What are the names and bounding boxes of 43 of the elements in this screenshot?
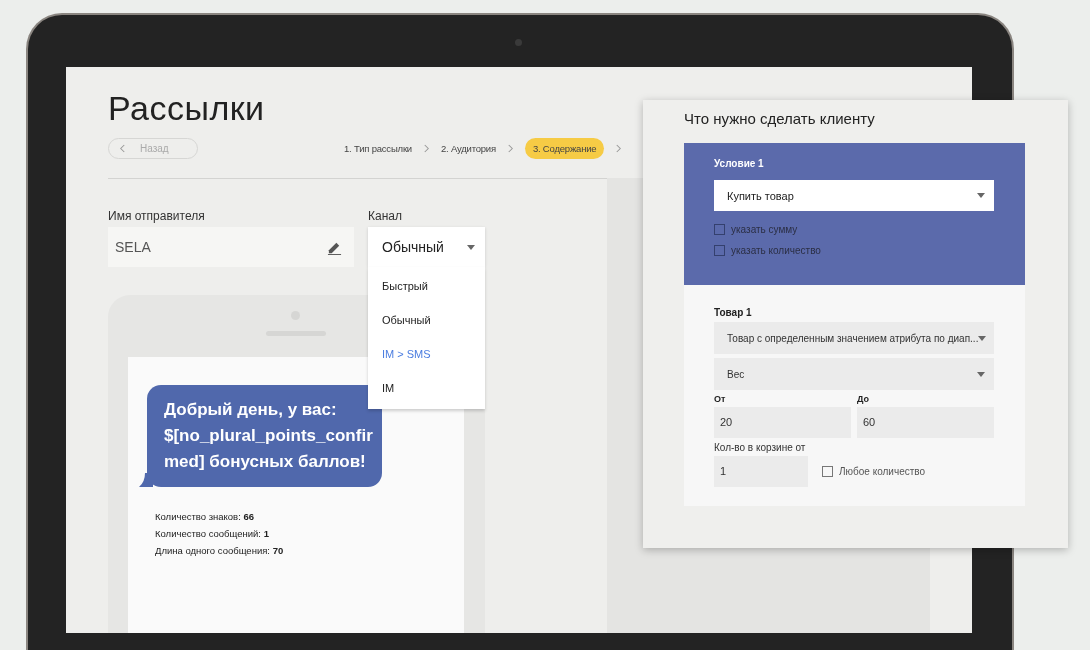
checkbox[interactable] [714, 245, 725, 256]
checkbox[interactable] [822, 466, 833, 477]
field-label: Имя отправителя [108, 209, 206, 225]
checkbox[interactable] [714, 224, 725, 235]
chevron-right-icon [615, 144, 623, 153]
message-bubble: Добрый день, у вас: $[no_plural_points_confirmed] бонусных баллов! [147, 385, 382, 487]
field-label: Канал [368, 209, 403, 225]
checkbox-label: указать количество [731, 245, 821, 256]
step-tab[interactable]: 1. Тип рассылки [344, 139, 412, 158]
step-tab[interactable]: 2. Аудитория [440, 139, 496, 158]
panel-title: Что нужно сделать клиенту [684, 109, 876, 129]
caret-icon [977, 371, 985, 377]
checkbox-label: Любое количество [839, 466, 926, 477]
quantity-field[interactable]: 1 [714, 456, 808, 487]
stat-text: Длина одного сообщения: 70 [155, 545, 285, 558]
page-title: Рассылки [108, 89, 265, 128]
attribute-dropdown[interactable]: Вес [714, 358, 994, 390]
product-title: Товар 1 [714, 307, 753, 320]
field-label: До [857, 394, 871, 406]
number-field[interactable]: 60 [857, 407, 994, 438]
action-dropdown[interactable]: Купить товар [714, 180, 994, 211]
chevron-right-icon [422, 144, 430, 153]
sender-field[interactable]: SELA [108, 227, 354, 267]
stat-text: Количество сообщений: 1 [155, 528, 270, 541]
menu-item[interactable]: IM > SMS [368, 337, 485, 371]
number-field[interactable]: 20 [714, 407, 851, 438]
caret-icon [467, 244, 475, 250]
product-type-dropdown[interactable]: Товар с определенным значением атрибута по диап... [714, 322, 994, 354]
caret-icon [978, 335, 987, 341]
menu-item[interactable]: Обычный [368, 303, 485, 337]
checkbox-label: указать сумму [731, 224, 798, 235]
step-tab[interactable]: 3. Содержание [524, 138, 605, 159]
camera-dot [515, 39, 522, 46]
channel-dropdown[interactable]: Обычный [368, 227, 485, 267]
stat-text: Количество знаков: 66 [155, 511, 255, 524]
caret-icon [977, 193, 985, 198]
field-label: От [714, 394, 727, 406]
chevron-left-icon [119, 144, 126, 153]
chevron-right-icon [506, 144, 514, 153]
menu-item[interactable]: Быстрый [368, 269, 485, 303]
field-label: Кол-во в корзине от [714, 441, 807, 455]
bubble-tail-icon [139, 473, 153, 487]
condition-title: Условие 1 [714, 158, 765, 171]
